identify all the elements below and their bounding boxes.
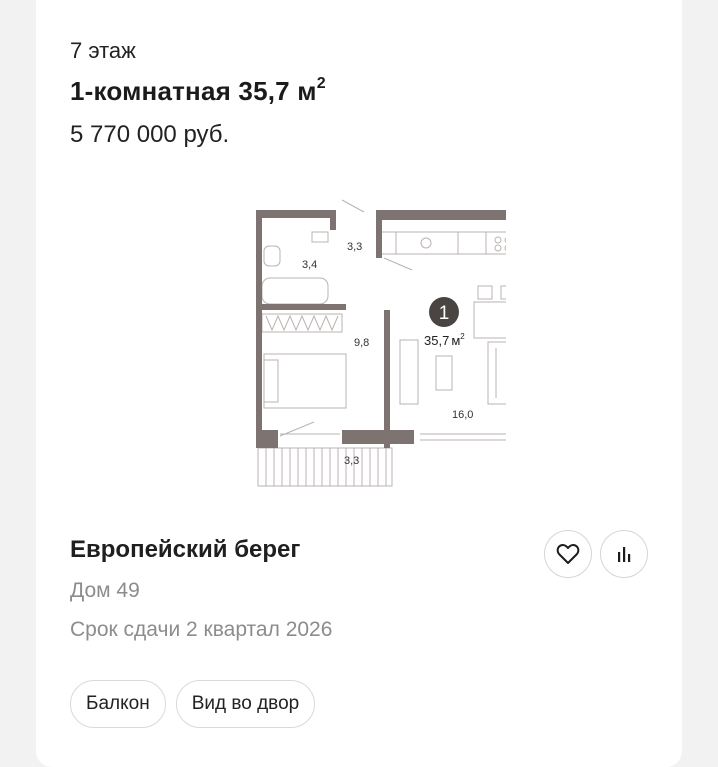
stove-icon <box>494 236 502 244</box>
bathtub <box>261 277 329 305</box>
apartment-title: 1-комнатная 35,7 м2 <box>70 75 326 107</box>
apartment-title-sup: 2 <box>316 75 326 93</box>
apartment-card[interactable]: 7 этаж 1-комнатная 35,7 м2 5 770 000 руб… <box>36 0 682 767</box>
total-area: 35,7 м2 <box>424 332 465 348</box>
tag-yard-view[interactable]: Вид во двор <box>175 680 316 728</box>
total-area-sup: 2 <box>460 332 465 341</box>
floor-label: 7 этаж <box>70 38 136 63</box>
bath-sink <box>311 231 329 243</box>
kitchen-counter <box>379 231 506 255</box>
total-area-value: 35,7 <box>424 333 449 348</box>
complex-name[interactable]: Европейский берег <box>70 536 300 564</box>
area-corridor: 3,3 <box>347 241 362 253</box>
sink-icon <box>420 237 432 249</box>
balcony <box>257 447 393 487</box>
area-bathroom: 3,4 <box>302 259 317 271</box>
dining-table <box>473 301 506 339</box>
area-bedroom: 9,8 <box>354 337 369 349</box>
toilet <box>263 245 281 267</box>
favorite-button[interactable] <box>544 530 592 578</box>
feature-tags: Балкон Вид во двор <box>70 680 316 728</box>
apartment-title-text: 1-комнатная 35,7 м <box>70 76 317 106</box>
area-living: 16,0 <box>452 409 473 421</box>
tv-stand <box>399 339 419 405</box>
floor-plan[interactable]: 3,3 3,4 9,8 16,0 3,3 1 35,7 м2 <box>216 190 506 490</box>
delivery-deadline: Срок сдачи 2 квартал 2026 <box>70 618 333 641</box>
sofa <box>487 341 506 405</box>
room-number: 1 <box>439 303 450 324</box>
area-balcony: 3,3 <box>344 455 359 467</box>
bar-chart-icon <box>618 547 631 562</box>
bed <box>263 353 347 409</box>
heart-icon <box>556 544 580 564</box>
total-area-unit: м <box>451 333 460 348</box>
coffee-table <box>435 355 453 391</box>
compare-button[interactable] <box>600 530 648 578</box>
price: 5 770 000 руб. <box>70 121 230 148</box>
house-number: Дом 49 <box>70 579 140 602</box>
tag-balcony[interactable]: Балкон <box>70 680 166 728</box>
